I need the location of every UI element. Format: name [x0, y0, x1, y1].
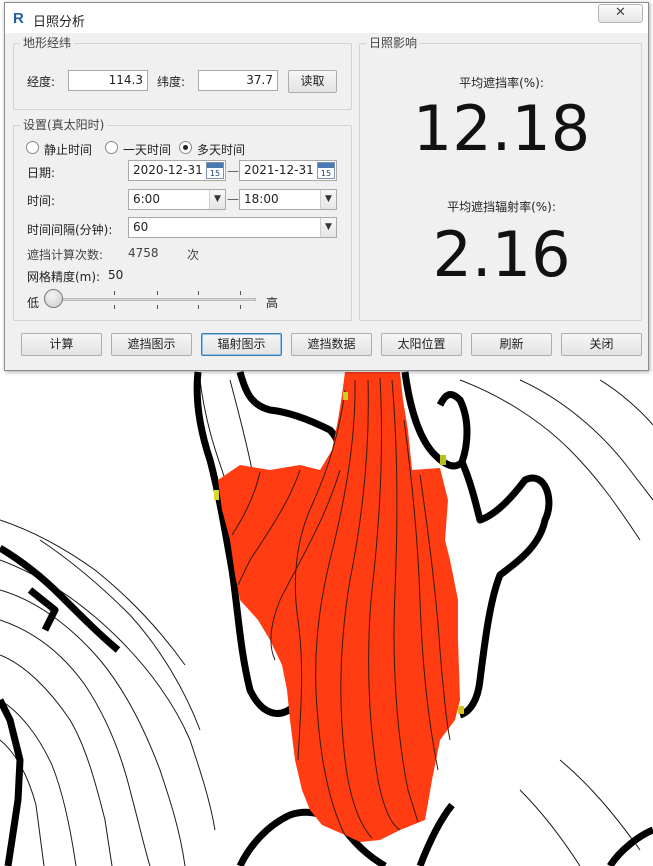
avg-block-value: 12.18 [412, 92, 591, 165]
slider-track[interactable] [44, 298, 256, 301]
sun-position-button[interactable]: 太阳位置 [381, 333, 462, 356]
avg-radiation-value: 2.16 [432, 218, 571, 291]
date-end-value: 2021-12-31 [244, 163, 314, 177]
mode-label-one-day: 一天时间 [123, 143, 172, 157]
result-group-title: 日照影响 [366, 36, 421, 50]
chevron-down-icon[interactable]: ▼ [320, 218, 336, 237]
shading-map-button[interactable]: 遮挡图示 [111, 333, 192, 356]
slider-tick [240, 291, 241, 295]
shading-data-button[interactable]: 遮挡数据 [291, 333, 372, 356]
window-title: 日照分析 [33, 15, 86, 30]
window-close-button[interactable]: ✕ [598, 4, 643, 23]
count-value: 4758 [128, 246, 159, 260]
latitude-label: 纬度: [157, 75, 186, 89]
terrain-group-title: 地形经纬 [20, 36, 75, 50]
result-group: 日照影响 平均遮挡率(%): 12.18 平均遮挡辐射率(%): 2.16 [359, 36, 642, 321]
refresh-button[interactable]: 刷新 [471, 333, 552, 356]
date-label: 日期: [27, 166, 56, 180]
slider-low-label: 低 [27, 296, 40, 310]
calendar-icon[interactable]: 15 [317, 162, 335, 179]
slider-tick [114, 305, 115, 309]
time-range-dash: — [227, 192, 239, 206]
mode-radio-multi-day[interactable] [179, 141, 192, 154]
time-start-select[interactable]: 6:00 ▼ [128, 189, 226, 210]
interval-label: 时间间隔(分钟): [27, 223, 113, 237]
count-unit: 次 [187, 248, 200, 262]
slider-tick [240, 305, 241, 309]
grid-precision-slider[interactable] [44, 286, 256, 312]
grid-precision-label: 网格精度(m): [27, 270, 101, 284]
slider-tick [198, 291, 199, 295]
close-button[interactable]: 关闭 [561, 333, 642, 356]
sunlight-analysis-dialog: R 日照分析 ✕ 地形经纬 经度: 114.3 纬度: 37.7 读取 设置(真… [4, 2, 649, 371]
interval-value: 60 [133, 220, 149, 234]
mode-label-static: 静止时间 [44, 143, 93, 157]
mode-label-multi-day: 多天时间 [197, 143, 246, 157]
time-end-value: 18:00 [244, 192, 279, 206]
count-label: 遮挡计算次数: [27, 248, 104, 262]
mode-radio-static[interactable] [26, 141, 39, 154]
slider-thumb[interactable] [44, 289, 63, 308]
latitude-input[interactable]: 37.7 [198, 70, 278, 91]
radiation-map-button[interactable]: 辐射图示 [201, 333, 282, 356]
time-start-value: 6:00 [133, 192, 160, 206]
slider-tick [114, 291, 115, 295]
settings-group: 设置(真太阳时) 静止时间 一天时间 多天时间 日期: 2020-12-31 1… [13, 118, 352, 321]
slider-high-label: 高 [266, 296, 279, 310]
date-end-picker[interactable]: 2021-12-31 15 [239, 160, 337, 181]
terrain-group: 地形经纬 经度: 114.3 纬度: 37.7 读取 [13, 36, 352, 110]
date-range-dash: — [227, 164, 239, 178]
settings-group-title: 设置(真太阳时) [20, 118, 108, 132]
longitude-input[interactable]: 114.3 [68, 70, 148, 91]
revit-app-icon: R [13, 10, 24, 27]
grid-precision-value: 50 [108, 268, 124, 282]
date-start-value: 2020-12-31 [133, 163, 203, 177]
avg-block-label: 平均遮挡率(%): [459, 76, 544, 90]
mode-radio-one-day[interactable] [105, 141, 118, 154]
calendar-icon[interactable]: 15 [206, 162, 224, 179]
time-label: 时间: [27, 194, 56, 208]
slider-tick [157, 291, 158, 295]
calculate-button[interactable]: 计算 [21, 333, 102, 356]
read-button[interactable]: 读取 [288, 70, 337, 93]
longitude-label: 经度: [27, 75, 56, 89]
title-bar: R 日照分析 ✕ [5, 3, 648, 33]
interval-select[interactable]: 60 ▼ [128, 217, 337, 238]
chevron-down-icon[interactable]: ▼ [209, 190, 225, 209]
chevron-down-icon[interactable]: ▼ [320, 190, 336, 209]
slider-tick [157, 305, 158, 309]
avg-radiation-label: 平均遮挡辐射率(%): [447, 200, 556, 214]
slider-tick [198, 305, 199, 309]
date-start-picker[interactable]: 2020-12-31 15 [128, 160, 226, 181]
time-end-select[interactable]: 18:00 ▼ [239, 189, 337, 210]
